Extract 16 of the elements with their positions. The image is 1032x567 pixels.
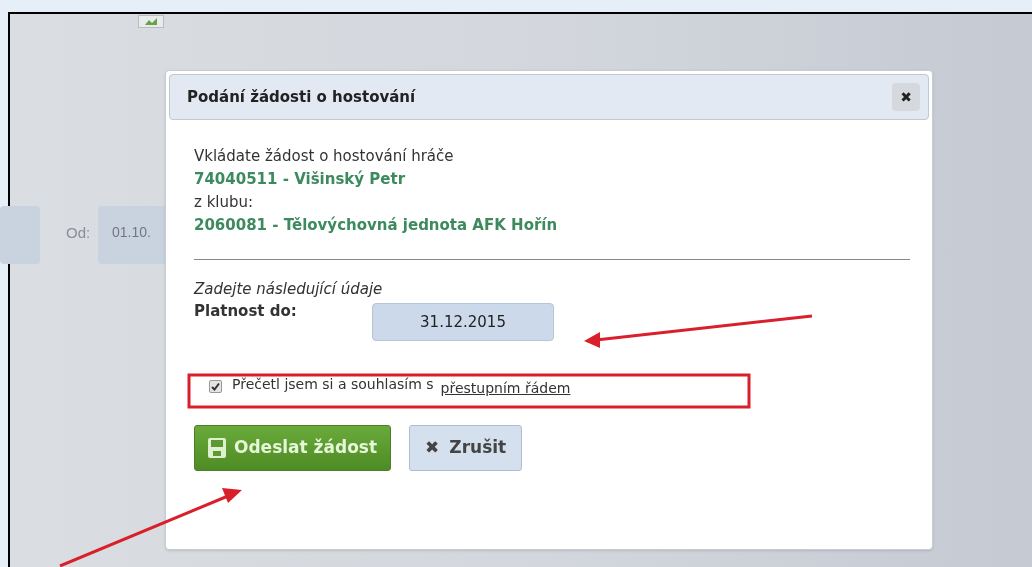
close-button[interactable]: ✖ bbox=[892, 83, 920, 111]
club-name: 2060081 - Tělovýchovná jednota AFK Hořín bbox=[194, 215, 559, 236]
club-label: z klubu: bbox=[194, 192, 255, 213]
checkbox[interactable] bbox=[209, 379, 222, 393]
text-field[interactable] bbox=[0, 206, 40, 264]
agreement-text: Přečetl jsem si a souhlasím s bbox=[232, 374, 434, 394]
cancel-button[interactable]: ✖ Zrušit bbox=[409, 425, 523, 471]
player-name: 74040511 - Višinský Petr bbox=[194, 169, 407, 190]
broken-image-icon bbox=[138, 15, 164, 28]
section-hint: Zadejte následující údaje bbox=[194, 279, 384, 300]
intro-text: Vkládate žádost o hostování hráče bbox=[194, 146, 455, 167]
dialog-title: Podání žádosti o hostování bbox=[187, 86, 416, 108]
date-field[interactable]: 31.12.2015 bbox=[372, 303, 554, 341]
field-label: Platnost do: bbox=[194, 301, 298, 321]
date-label: Od: bbox=[66, 223, 91, 243]
rules-link[interactable]: přestupním řádem bbox=[440, 377, 571, 399]
